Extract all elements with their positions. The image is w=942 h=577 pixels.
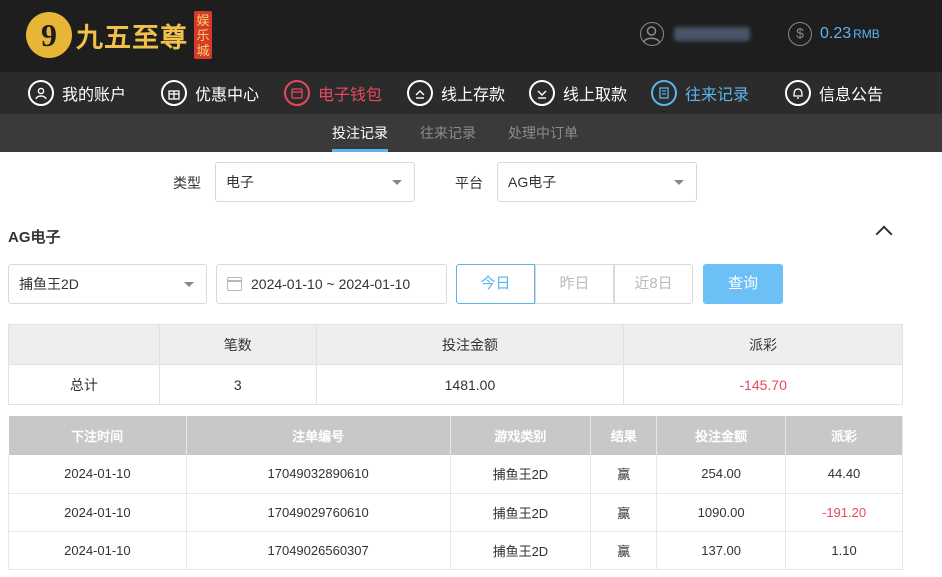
- chevron-down-icon: [184, 282, 194, 287]
- withdraw-icon: [529, 80, 555, 106]
- nav-label: 我的账户: [62, 87, 127, 104]
- quick-8days-button[interactable]: 近8日: [614, 264, 693, 304]
- balance-display: 0.23 RMB: [820, 25, 880, 43]
- nav-e-wallet[interactable]: 电子钱包: [284, 72, 382, 114]
- summary-total-label: 总计: [8, 364, 160, 405]
- bet-amount-cell: 137.00: [656, 531, 787, 570]
- tab-transaction-records[interactable]: 往来记录: [420, 114, 476, 152]
- bet-id-cell: 17049029760610: [186, 493, 451, 532]
- top-header: 9 九五至尊 娱乐城 $ 0.23 RMB: [0, 0, 942, 72]
- main-nav: 我的账户 优惠中心 电子钱包 线上存款 线上取款 往来记录 信息公告: [0, 72, 942, 114]
- records-icon: [651, 80, 677, 106]
- game-select-value: 捕鱼王2D: [19, 276, 79, 292]
- summary-total-count: 3: [158, 364, 317, 405]
- summary-header-cell: 派彩: [623, 324, 903, 365]
- nav-label: 电子钱包: [318, 87, 383, 104]
- tab-bet-records[interactable]: 投注记录: [332, 114, 388, 152]
- payout-cell: -191.20: [785, 493, 903, 532]
- summary-table: 笔数 投注金额 派彩 总计 3 1481.00 -145.70: [8, 324, 903, 405]
- bet-amount-cell: 254.00: [656, 455, 787, 494]
- gift-icon: [161, 80, 187, 106]
- date-range-value: 2024-01-10 ~ 2024-01-10: [251, 276, 411, 292]
- detail-header-cell: 注单编号: [186, 416, 451, 455]
- result-cell: 赢: [590, 531, 658, 570]
- nav-label: 信息公告: [819, 87, 884, 104]
- calendar-icon: [227, 277, 242, 291]
- bet-time-cell: 2024-01-10: [8, 455, 187, 494]
- summary-header-cell: 笔数: [158, 324, 317, 365]
- detail-header-cell: 游戏类别: [450, 416, 592, 455]
- game-select[interactable]: 捕鱼王2D: [8, 264, 207, 304]
- balance-unit: RMB: [853, 27, 880, 41]
- summary-total-amount: 1481.00: [315, 364, 625, 405]
- summary-header-cell: 投注金额: [315, 324, 625, 365]
- collapse-chevron-up-icon[interactable]: [875, 225, 893, 243]
- game-type-cell: 捕鱼王2D: [450, 455, 592, 494]
- table-row: 2024-01-10 17049026560307 捕鱼王2D 赢 137.00…: [8, 531, 903, 570]
- game-type-cell: 捕鱼王2D: [450, 531, 592, 570]
- result-cell: 赢: [590, 455, 658, 494]
- detail-header-cell: 结果: [590, 416, 658, 455]
- detail-header-cell: 投注金额: [656, 416, 787, 455]
- detail-header-cell: 下注时间: [8, 416, 187, 455]
- table-row: 2024-01-10 17049029760610 捕鱼王2D 赢 1090.0…: [8, 493, 903, 532]
- logo-badge: 娱乐城: [194, 11, 212, 59]
- nav-promotions[interactable]: 优惠中心: [161, 72, 259, 114]
- deposit-icon: [407, 80, 433, 106]
- sub-nav: 投注记录 往来记录 处理中订单: [0, 114, 942, 152]
- date-range-input[interactable]: 2024-01-10 ~ 2024-01-10: [216, 264, 447, 304]
- account-area: $ 0.23 RMB: [640, 22, 880, 46]
- type-select-value: 电子: [226, 174, 254, 190]
- bet-amount-cell: 1090.00: [656, 493, 787, 532]
- bet-id-cell: 17049032890610: [186, 455, 451, 494]
- nav-online-withdraw[interactable]: 线上取款: [529, 72, 627, 114]
- nav-my-account[interactable]: 我的账户: [28, 72, 126, 114]
- type-select[interactable]: 电子: [215, 162, 415, 202]
- payout-cell: 44.40: [785, 455, 903, 494]
- nav-label: 优惠中心: [195, 87, 260, 104]
- platform-select[interactable]: AG电子: [497, 162, 697, 202]
- bet-detail-table: 下注时间 注单编号 游戏类别 结果 投注金额 派彩 2024-01-10 170…: [8, 416, 903, 570]
- nav-transaction-records[interactable]: 往来记录: [651, 72, 749, 114]
- summary-header-cell: [8, 324, 160, 365]
- quick-yesterday-button[interactable]: 昨日: [535, 264, 614, 304]
- site-logo[interactable]: 9 九五至尊 娱乐城: [26, 8, 212, 62]
- platform-select-value: AG电子: [508, 174, 557, 190]
- platform-label: 平台: [455, 175, 483, 191]
- query-button[interactable]: 查询: [703, 264, 783, 304]
- wallet-icon: [284, 80, 310, 106]
- detail-header-cell: 派彩: [785, 416, 903, 455]
- summary-header-row: 笔数 投注金额 派彩: [8, 324, 903, 365]
- type-label: 类型: [173, 175, 201, 191]
- nav-announcements[interactable]: 信息公告: [785, 72, 883, 114]
- nav-label: 往来记录: [685, 87, 750, 104]
- result-cell: 赢: [590, 493, 658, 532]
- dollar-icon: $: [788, 22, 812, 46]
- quick-today-button[interactable]: 今日: [456, 264, 535, 304]
- logo-mark-icon: 9: [26, 12, 72, 58]
- detail-header-row: 下注时间 注单编号 游戏类别 结果 投注金额 派彩: [8, 416, 903, 455]
- bet-time-cell: 2024-01-10: [8, 493, 187, 532]
- username-redacted: [674, 27, 750, 41]
- table-row: 2024-01-10 17049032890610 捕鱼王2D 赢 254.00…: [8, 455, 903, 494]
- payout-cell: 1.10: [785, 531, 903, 570]
- summary-total-row: 总计 3 1481.00 -145.70: [8, 364, 903, 405]
- nav-online-deposit[interactable]: 线上存款: [407, 72, 505, 114]
- logo-text: 九五至尊: [76, 22, 188, 54]
- bet-time-cell: 2024-01-10: [8, 531, 187, 570]
- bell-icon: [785, 80, 811, 106]
- chevron-down-icon: [674, 180, 684, 185]
- nav-label: 线上取款: [563, 87, 628, 104]
- nav-label: 线上存款: [441, 87, 506, 104]
- user-avatar-icon[interactable]: [640, 22, 664, 46]
- section-title: AG电子: [8, 229, 61, 246]
- bet-id-cell: 17049026560307: [186, 531, 451, 570]
- user-icon: [28, 80, 54, 106]
- balance-value: 0.23: [820, 25, 852, 42]
- game-type-cell: 捕鱼王2D: [450, 493, 592, 532]
- chevron-down-icon: [392, 180, 402, 185]
- tab-pending-orders[interactable]: 处理中订单: [508, 114, 578, 152]
- summary-total-payout: -145.70: [623, 364, 903, 405]
